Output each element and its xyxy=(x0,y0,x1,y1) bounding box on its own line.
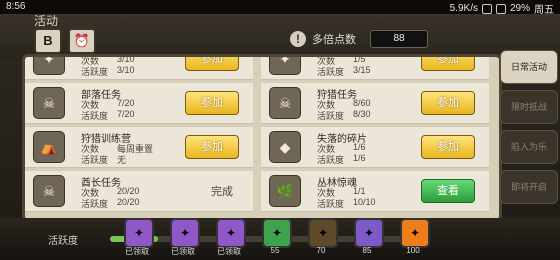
task-board: ✦ 次数 3/10 活跃度 3/10 参加 ✦ 次数 1/5 活跃度 3/15 … xyxy=(22,54,502,222)
task-card: ✦ 次数 1/5 活跃度 3/15 参加 xyxy=(261,54,489,80)
count-value: 1/6 xyxy=(353,142,366,152)
join-button[interactable]: 参加 xyxy=(421,135,475,159)
activity-label: 活跃度 xyxy=(81,155,109,165)
camp-icon: ⛺ xyxy=(33,131,65,163)
reward-caption: 70 xyxy=(316,246,326,255)
join-button[interactable]: 参加 xyxy=(421,57,475,71)
join-button[interactable]: 参加 xyxy=(421,91,475,115)
count-value: 1/1 xyxy=(353,186,366,196)
reward-caption: 已领取 xyxy=(171,247,195,256)
tab-daily[interactable]: 日常活动 xyxy=(500,50,558,84)
count-value: 20/20 xyxy=(117,186,140,196)
tab-fun[interactable]: 陷入为乐 xyxy=(500,130,558,164)
task-icon: ✦ xyxy=(269,57,301,75)
activity-label: 活跃度 xyxy=(317,111,345,121)
tab-limited[interactable]: 限时抵战 xyxy=(500,90,558,124)
activity-label: 活跃度 xyxy=(81,111,109,121)
side-tabs: 日常活动 限时抵战 陷入为乐 即将开启 xyxy=(500,50,558,210)
reward-caption: 已领取 xyxy=(217,247,241,256)
activity-value: 3/15 xyxy=(353,65,371,75)
multiplier-label: 多倍点数 xyxy=(312,34,356,46)
reward-chest[interactable]: ✦ xyxy=(216,218,246,248)
task-card: ◆ 失落的碎片 次数 1/6 活跃度 1/6 参加 xyxy=(261,127,489,168)
activity-value: 7/20 xyxy=(117,109,135,119)
reward-chest[interactable]: ✦ xyxy=(124,218,154,248)
reward-caption: 已领取 xyxy=(125,247,149,256)
task-card: ☠ 酋长任务 次数 20/20 活跃度 20/20 完成 xyxy=(25,171,253,212)
reward-caption: 85 xyxy=(362,246,372,255)
view-button[interactable]: 查看 xyxy=(421,179,475,203)
task-icon: ✦ xyxy=(33,57,65,75)
reward-chest[interactable]: ✦ xyxy=(400,218,430,248)
shard-icon: ◆ xyxy=(269,131,301,163)
activity-label: 活跃度 xyxy=(317,67,345,77)
bag-button[interactable]: B xyxy=(34,28,62,54)
join-button[interactable]: 参加 xyxy=(185,135,239,159)
done-label: 完成 xyxy=(211,186,233,198)
chief-icon: ☠ xyxy=(33,175,65,207)
reward-chest[interactable]: ✦ xyxy=(170,218,200,248)
status-time: 8:56 xyxy=(6,1,26,12)
hunt-icon: ☠ xyxy=(269,87,301,119)
tab-upcoming[interactable]: 即将开启 xyxy=(500,170,558,204)
task-card: 🌿 丛林惊魂 次数 1/1 活跃度 10/10 查看 xyxy=(261,171,489,212)
count-value: 3/10 xyxy=(117,54,135,64)
activity-value: 无 xyxy=(117,155,127,165)
activity-value: 3/10 xyxy=(117,65,135,75)
network-speed: 5.9K/s xyxy=(449,3,478,14)
join-button[interactable]: 参加 xyxy=(185,91,239,115)
activity-value: 20/20 xyxy=(117,197,140,207)
reward-chest[interactable]: ✦ xyxy=(354,218,384,248)
count-value: 1/5 xyxy=(353,54,366,64)
signal-icon xyxy=(495,3,506,14)
jungle-icon: 🌿 xyxy=(269,175,301,207)
join-button[interactable]: 参加 xyxy=(185,57,239,71)
activity-label: 活跃度 xyxy=(81,199,109,209)
tab-title: 活动 xyxy=(34,14,59,28)
battery-text: 29% xyxy=(509,3,530,14)
reward-chest[interactable]: ✦ xyxy=(308,218,338,248)
count-value: 8/60 xyxy=(353,98,371,108)
activity-label: 活跃度 xyxy=(81,67,109,77)
multiplier-value: 88 xyxy=(370,30,428,48)
activity-value: 1/6 xyxy=(353,153,366,163)
activity-label: 活跃度 xyxy=(317,155,345,165)
count-value: 7/20 xyxy=(117,98,135,108)
alarm-clock-button[interactable]: ⏰ xyxy=(68,28,96,54)
activity-bar: 活跃度 51 ✦已领取✦已领取✦已领取✦55✦70✦85✦100 xyxy=(0,218,560,260)
task-card: ☠ 部落任务 次数 7/20 活跃度 7/20 参加 xyxy=(25,83,253,124)
task-card: ⛺ 狩猎训练营 次数 每周重置 活跃度 无 参加 xyxy=(25,127,253,168)
activity-bar-label: 活跃度 xyxy=(48,236,78,247)
multiplier-panel: ! 多倍点数 88 xyxy=(290,28,428,50)
game-screen: 活动 B ⏰ ! 多倍点数 88 ✦ 次数 3/10 活跃度 3/10 参加 ✦… xyxy=(0,14,560,260)
reward-chest[interactable]: ✦ xyxy=(262,218,292,248)
activity-value: 10/10 xyxy=(353,197,376,207)
activity-value: 8/30 xyxy=(353,109,371,119)
task-card: ☠ 狩猎任务 次数 8/60 活跃度 8/30 参加 xyxy=(261,83,489,124)
reward-caption: 100 xyxy=(406,246,420,255)
activity-label: 活跃度 xyxy=(317,199,345,209)
status-bar: 8:56 5.9K/s 29% 周五 xyxy=(0,0,560,16)
task-card: ✦ 次数 3/10 活跃度 3/10 参加 xyxy=(25,54,253,80)
wifi-icon xyxy=(481,3,492,14)
reward-caption: 55 xyxy=(270,246,280,255)
alert-icon[interactable]: ! xyxy=(290,31,306,47)
tribe-icon: ☠ xyxy=(33,87,65,119)
